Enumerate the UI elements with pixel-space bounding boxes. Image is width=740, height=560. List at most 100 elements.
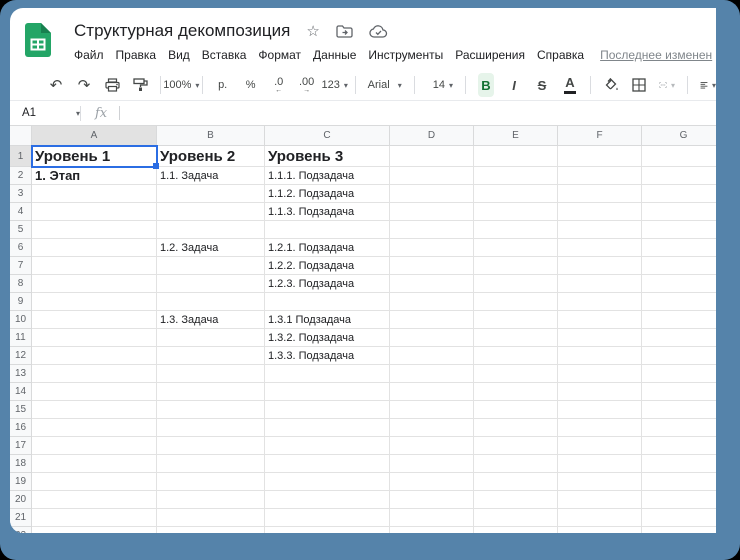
cell-D5[interactable] bbox=[390, 221, 474, 239]
cell-A1[interactable]: Уровень 1 bbox=[32, 146, 157, 167]
cell-C5[interactable] bbox=[265, 221, 390, 239]
cell-B10[interactable]: 1.3. Задача bbox=[157, 311, 265, 329]
cell-E17[interactable] bbox=[474, 437, 558, 455]
cell-C3[interactable]: 1.1.2. Подзадача bbox=[265, 185, 390, 203]
cell-F4[interactable] bbox=[558, 203, 642, 221]
cell-C20[interactable] bbox=[265, 491, 390, 509]
cell-B15[interactable] bbox=[157, 401, 265, 419]
cell-D1[interactable] bbox=[390, 146, 474, 167]
cell-A17[interactable] bbox=[32, 437, 157, 455]
cell-E12[interactable] bbox=[474, 347, 558, 365]
cell-E6[interactable] bbox=[474, 239, 558, 257]
cell-E9[interactable] bbox=[474, 293, 558, 311]
cell-G14[interactable] bbox=[642, 383, 716, 401]
cell-F2[interactable] bbox=[558, 167, 642, 185]
cell-E18[interactable] bbox=[474, 455, 558, 473]
row-header-7[interactable]: 7 bbox=[10, 257, 32, 275]
cell-C14[interactable] bbox=[265, 383, 390, 401]
cell-G22[interactable] bbox=[642, 527, 716, 533]
cell-G11[interactable] bbox=[642, 329, 716, 347]
cell-E7[interactable] bbox=[474, 257, 558, 275]
cell-B11[interactable] bbox=[157, 329, 265, 347]
cell-F19[interactable] bbox=[558, 473, 642, 491]
redo-button[interactable]: ↷ bbox=[76, 74, 92, 96]
row-header-12[interactable]: 12 bbox=[10, 347, 32, 365]
last-edit-link[interactable]: Последнее изменен bbox=[600, 48, 712, 62]
cell-B13[interactable] bbox=[157, 365, 265, 383]
row-header-22[interactable]: 22 bbox=[10, 527, 32, 533]
cell-C4[interactable]: 1.1.3. Подзадача bbox=[265, 203, 390, 221]
font-select[interactable]: Arial▾ bbox=[368, 74, 402, 96]
cell-F15[interactable] bbox=[558, 401, 642, 419]
cell-D20[interactable] bbox=[390, 491, 474, 509]
fill-color-button[interactable] bbox=[603, 74, 619, 96]
cell-D14[interactable] bbox=[390, 383, 474, 401]
cell-C6[interactable]: 1.2.1. Подзадача bbox=[265, 239, 390, 257]
cell-D7[interactable] bbox=[390, 257, 474, 275]
move-to-folder-icon[interactable] bbox=[336, 25, 353, 38]
row-header-13[interactable]: 13 bbox=[10, 365, 32, 383]
cell-A13[interactable] bbox=[32, 365, 157, 383]
cell-F6[interactable] bbox=[558, 239, 642, 257]
cell-F16[interactable] bbox=[558, 419, 642, 437]
column-header-A[interactable]: A bbox=[32, 126, 157, 146]
cell-F20[interactable] bbox=[558, 491, 642, 509]
cell-G6[interactable] bbox=[642, 239, 716, 257]
row-header-15[interactable]: 15 bbox=[10, 401, 32, 419]
cell-C13[interactable] bbox=[265, 365, 390, 383]
cell-B1[interactable]: Уровень 2 bbox=[157, 146, 265, 167]
cell-A9[interactable] bbox=[32, 293, 157, 311]
cell-C17[interactable] bbox=[265, 437, 390, 455]
print-button[interactable] bbox=[104, 74, 120, 96]
star-icon[interactable]: ☆ bbox=[306, 24, 319, 39]
cell-E15[interactable] bbox=[474, 401, 558, 419]
cloud-saved-icon[interactable] bbox=[369, 25, 388, 38]
row-header-21[interactable]: 21 bbox=[10, 509, 32, 527]
row-header-10[interactable]: 10 bbox=[10, 311, 32, 329]
cell-G1[interactable] bbox=[642, 146, 716, 167]
cell-G19[interactable] bbox=[642, 473, 716, 491]
currency-format-button[interactable]: р. bbox=[215, 74, 231, 96]
cell-A10[interactable] bbox=[32, 311, 157, 329]
cell-F22[interactable] bbox=[558, 527, 642, 533]
cell-F14[interactable] bbox=[558, 383, 642, 401]
cell-B22[interactable] bbox=[157, 527, 265, 533]
cell-G10[interactable] bbox=[642, 311, 716, 329]
cell-C9[interactable] bbox=[265, 293, 390, 311]
cell-D22[interactable] bbox=[390, 527, 474, 533]
cell-D3[interactable] bbox=[390, 185, 474, 203]
cell-E4[interactable] bbox=[474, 203, 558, 221]
horizontal-align-button[interactable]: ▾ bbox=[700, 74, 716, 96]
cell-G13[interactable] bbox=[642, 365, 716, 383]
cell-G12[interactable] bbox=[642, 347, 716, 365]
cell-F13[interactable] bbox=[558, 365, 642, 383]
increase-decimal-button[interactable]: .00→ bbox=[299, 74, 315, 96]
borders-button[interactable] bbox=[631, 74, 647, 96]
cell-A3[interactable] bbox=[32, 185, 157, 203]
cell-E13[interactable] bbox=[474, 365, 558, 383]
row-header-5[interactable]: 5 bbox=[10, 221, 32, 239]
row-header-17[interactable]: 17 bbox=[10, 437, 32, 455]
cell-E19[interactable] bbox=[474, 473, 558, 491]
cell-F17[interactable] bbox=[558, 437, 642, 455]
row-header-14[interactable]: 14 bbox=[10, 383, 32, 401]
cell-C7[interactable]: 1.2.2. Подзадача bbox=[265, 257, 390, 275]
cell-B9[interactable] bbox=[157, 293, 265, 311]
cell-A22[interactable] bbox=[32, 527, 157, 533]
cell-A4[interactable] bbox=[32, 203, 157, 221]
row-header-1[interactable]: 1 bbox=[10, 146, 32, 167]
cell-F1[interactable] bbox=[558, 146, 642, 167]
cell-B16[interactable] bbox=[157, 419, 265, 437]
cell-C21[interactable] bbox=[265, 509, 390, 527]
cell-A14[interactable] bbox=[32, 383, 157, 401]
menu-file[interactable]: Файл bbox=[74, 48, 104, 62]
cell-B12[interactable] bbox=[157, 347, 265, 365]
menu-data[interactable]: Данные bbox=[313, 48, 356, 62]
cell-F9[interactable] bbox=[558, 293, 642, 311]
cell-C11[interactable]: 1.3.2. Подзадача bbox=[265, 329, 390, 347]
cell-B19[interactable] bbox=[157, 473, 265, 491]
row-header-2[interactable]: 2 bbox=[10, 167, 32, 185]
cell-F11[interactable] bbox=[558, 329, 642, 347]
name-box[interactable]: A1▾ bbox=[10, 107, 80, 119]
column-header-F[interactable]: F bbox=[558, 126, 642, 146]
